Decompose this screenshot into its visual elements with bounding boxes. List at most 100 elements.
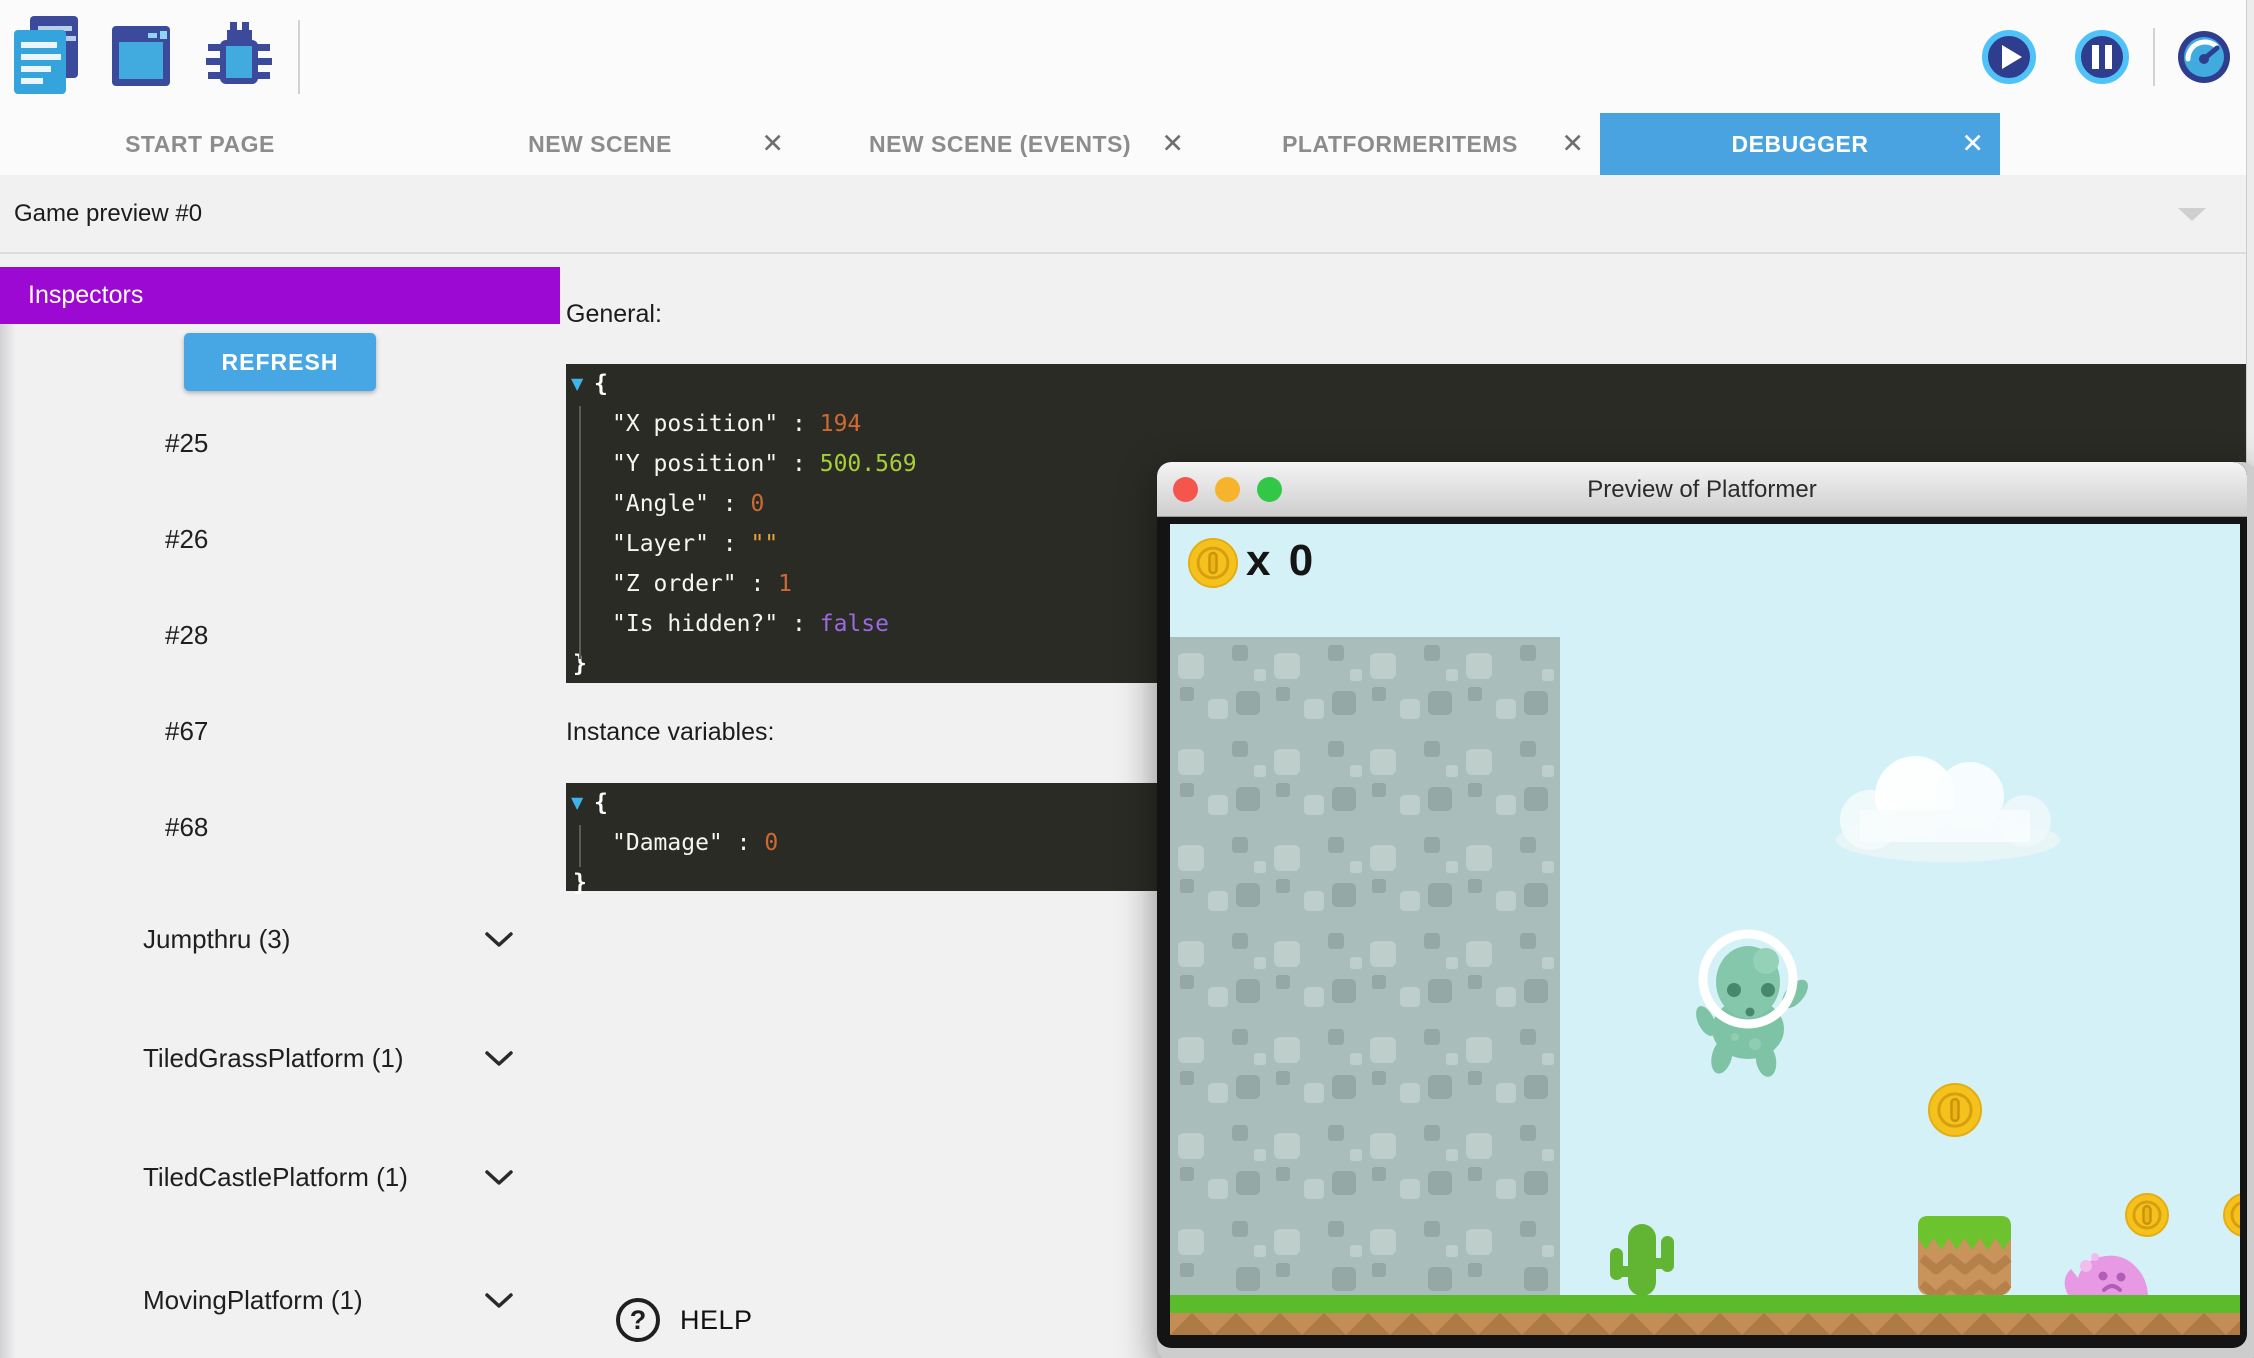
close-icon[interactable]: ✕: [761, 131, 784, 158]
game-preview-selector[interactable]: Game preview #0: [0, 175, 2254, 254]
tab-label: DEBUGGER: [1732, 131, 1869, 158]
chevron-down-icon[interactable]: [484, 1291, 514, 1315]
instance-item-label: #25: [165, 428, 208, 459]
close-icon[interactable]: ✕: [1961, 131, 1984, 158]
tab-new-scene[interactable]: NEW SCENE ✕: [400, 113, 800, 175]
json-entry: "X position" : 194: [566, 404, 2246, 444]
close-icon[interactable]: ✕: [1561, 131, 1584, 158]
group-item-tiledcastleplatform-1[interactable]: TiledCastlePlatform (1): [0, 1113, 560, 1241]
json-key: "Layer": [612, 531, 709, 557]
chevron-down-icon[interactable]: [484, 1168, 514, 1192]
instance-item-28[interactable]: #28: [0, 587, 560, 683]
help-button-label: HELP: [680, 1305, 753, 1336]
tab-label: PLATFORMERITEMS: [1282, 131, 1518, 158]
instance-item-68[interactable]: #68: [0, 779, 560, 875]
instance-item-label: #68: [165, 812, 208, 843]
group-item-tiledgrassplatform-1[interactable]: TiledGrassPlatform (1): [0, 1003, 560, 1113]
minimize-window-icon[interactable]: [1215, 477, 1240, 502]
project-manager-icon[interactable]: [14, 16, 80, 101]
group-item-inner: Jumpthru (3): [0, 922, 560, 956]
json-value: "": [750, 531, 778, 557]
game-scene: [1170, 524, 2240, 1335]
json-key: "Y position": [612, 451, 778, 477]
tab-bar: START PAGENEW SCENE✕NEW SCENE (EVENTS)✕P…: [0, 113, 2254, 175]
group-item-inner: TiledGrassPlatform (1): [0, 1041, 560, 1075]
group-item-label: TiledGrassPlatform (1): [143, 1041, 428, 1075]
preview-window-title: Preview of Platformer: [1157, 462, 2247, 517]
group-item-inner: TiledCastlePlatform (1): [0, 1160, 560, 1194]
tab-platformeritems[interactable]: PLATFORMERITEMS ✕: [1200, 113, 1600, 175]
preview-window: Preview of Platformer: [1157, 462, 2254, 1358]
main-toolbar: [0, 0, 2254, 113]
json-colon: :: [709, 531, 751, 557]
play-icon[interactable]: [1981, 29, 2037, 90]
toolbar-divider: [2153, 28, 2155, 86]
json-colon: :: [778, 451, 820, 477]
json-colon: :: [778, 611, 820, 637]
coin-counter: x 0: [1246, 536, 1316, 586]
tab-start-page[interactable]: START PAGE: [0, 113, 400, 175]
json-open-line: ▼{: [566, 364, 2246, 404]
speed-gauge-icon[interactable]: [2176, 29, 2232, 90]
tab-new-scene-events[interactable]: NEW SCENE (EVENTS) ✕: [800, 113, 1200, 175]
preview-window-titlebar[interactable]: Preview of Platformer: [1157, 462, 2247, 517]
json-key: "Is hidden?": [612, 611, 778, 637]
group-item-movingplatform-1[interactable]: MovingPlatform (1): [0, 1241, 560, 1358]
zoom-window-icon[interactable]: [1257, 477, 1282, 502]
close-icon[interactable]: ✕: [1161, 131, 1184, 158]
json-value: false: [820, 611, 889, 637]
json-colon: :: [709, 491, 751, 517]
group-item-label: TiledCastlePlatform (1): [143, 1160, 428, 1194]
debugger-bug-icon[interactable]: [206, 22, 272, 95]
indent-guide: [579, 825, 581, 867]
json-key: "X position": [612, 411, 778, 437]
json-value: 0: [764, 830, 778, 856]
game-canvas[interactable]: x 0: [1170, 524, 2240, 1335]
json-colon: :: [723, 830, 765, 856]
instance-item-25[interactable]: #25: [0, 395, 560, 491]
pause-icon[interactable]: [2074, 29, 2130, 90]
grass-platform-block: [1918, 1216, 2011, 1296]
preview-window-frame: Preview of Platformer: [1157, 462, 2247, 1348]
chevron-down-icon[interactable]: [484, 1049, 514, 1073]
json-key: "Angle": [612, 491, 709, 517]
close-window-icon[interactable]: [1173, 477, 1198, 502]
json-colon: :: [737, 571, 779, 597]
collapse-triangle-icon[interactable]: ▼: [571, 364, 583, 404]
collapse-triangle-icon[interactable]: ▼: [571, 783, 583, 823]
question-mark-icon: ?: [616, 1298, 660, 1342]
chevron-down-icon[interactable]: [484, 930, 514, 954]
tab-label: NEW SCENE (EVENTS): [869, 131, 1131, 158]
instance-list: #25 #26#28#67 #68: [0, 395, 560, 875]
castle-wall: [1170, 637, 1560, 1295]
tab-label: START PAGE: [125, 131, 275, 158]
json-value: 500.569: [820, 451, 917, 477]
json-key: "Damage": [612, 830, 723, 856]
open-brace: {: [594, 371, 608, 397]
gdevelop-app: START PAGENEW SCENE✕NEW SCENE (EVENTS)✕P…: [0, 0, 2254, 1358]
windows-icon[interactable]: [112, 22, 172, 95]
instance-item-67[interactable]: #67: [0, 683, 560, 779]
json-value: 194: [820, 411, 862, 437]
object-group-list: Jumpthru (3) TiledGrassPlatform (1) TiledC…: [0, 875, 560, 1358]
group-item-label: MovingPlatform (1): [143, 1283, 428, 1317]
toolbar-divider: [298, 20, 300, 94]
group-item-jumpthru-3[interactable]: Jumpthru (3): [0, 875, 560, 1003]
indent-guide: [579, 406, 581, 659]
refresh-button[interactable]: REFRESH: [184, 333, 376, 391]
instance-item-26[interactable]: #26: [0, 491, 560, 587]
help-button[interactable]: ? HELP: [610, 1294, 759, 1346]
tab-label: NEW SCENE: [528, 131, 672, 158]
json-value: 0: [750, 491, 764, 517]
instance-variables-section-label: Instance variables:: [566, 718, 774, 747]
game-preview-selector-label: Game preview #0: [14, 200, 202, 228]
general-section-label: General:: [566, 300, 662, 329]
open-brace: {: [594, 790, 608, 816]
close-brace: }: [573, 870, 587, 896]
chevron-down-icon: [2178, 208, 2206, 221]
json-colon: :: [778, 411, 820, 437]
json-key: "Z order": [612, 571, 737, 597]
inspectors-header: Inspectors: [0, 267, 560, 324]
tab-debugger[interactable]: DEBUGGER ✕: [1600, 113, 2000, 175]
group-item-inner: MovingPlatform (1): [0, 1283, 560, 1317]
